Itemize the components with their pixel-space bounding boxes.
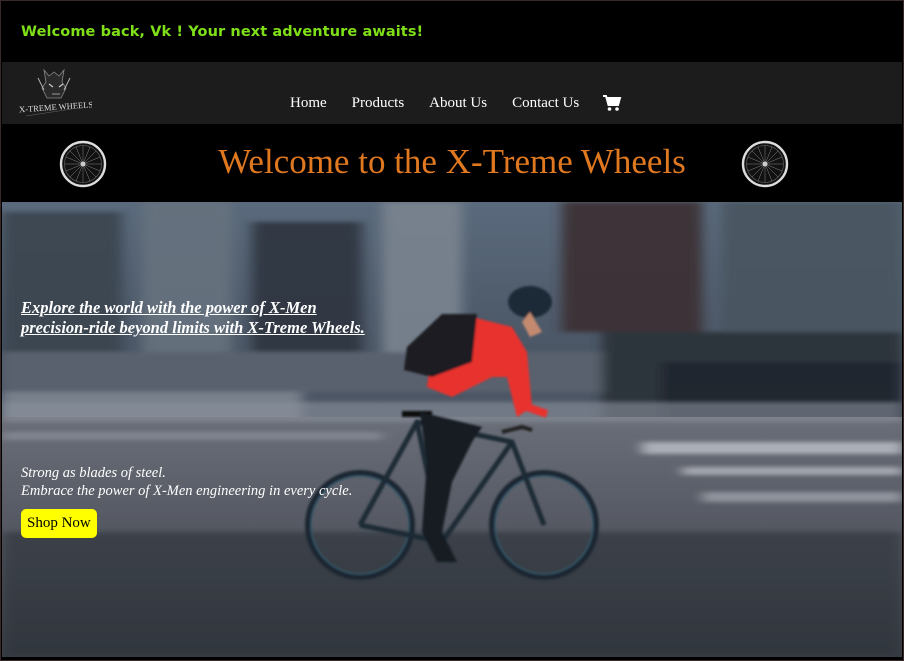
hero-subtext-line2: Embrace the power of X-Men engineering i… <box>21 483 353 499</box>
welcome-bar: Welcome back, Vk ! Your next adventure a… <box>2 2 902 61</box>
brand-logo[interactable]: X-TREME WHEELS <box>16 64 92 120</box>
hero-subtext: Strong as blades of steel. Embrace the p… <box>21 464 441 500</box>
nav-about-link[interactable]: About Us <box>429 95 487 112</box>
bicycle-wheel-icon <box>741 140 789 188</box>
welcome-message: Welcome back, Vk ! Your next adventure a… <box>21 24 424 40</box>
shop-now-button[interactable]: Shop Now <box>21 509 97 538</box>
hero-headline: Explore the world with the power of X-Me… <box>21 298 441 338</box>
hero-section: Explore the world with the power of X-Me… <box>2 202 902 657</box>
nav-home-link[interactable]: Home <box>290 95 327 112</box>
shopping-cart-icon[interactable] <box>602 94 622 112</box>
title-band: Welcome to the X-Treme Wheels <box>2 124 902 202</box>
navbar: X-TREME WHEELS Home Products About Us Co… <box>2 62 902 124</box>
logo-text: X-TREME WHEELS <box>19 99 92 114</box>
page-frame: Welcome back, Vk ! Your next adventure a… <box>0 0 904 661</box>
nav-contact-link[interactable]: Contact Us <box>512 95 579 112</box>
main-nav: Home Products About Us Contact Us <box>290 94 622 112</box>
hero-headline-line2: precision-ride beyond limits with X-Trem… <box>21 318 365 337</box>
hero-background-image <box>2 202 902 657</box>
hero-headline-line1: Explore the world with the power of X-Me… <box>21 298 317 317</box>
nav-products-link[interactable]: Products <box>352 95 405 112</box>
hero-subtext-line1: Strong as blades of steel. <box>21 465 166 481</box>
